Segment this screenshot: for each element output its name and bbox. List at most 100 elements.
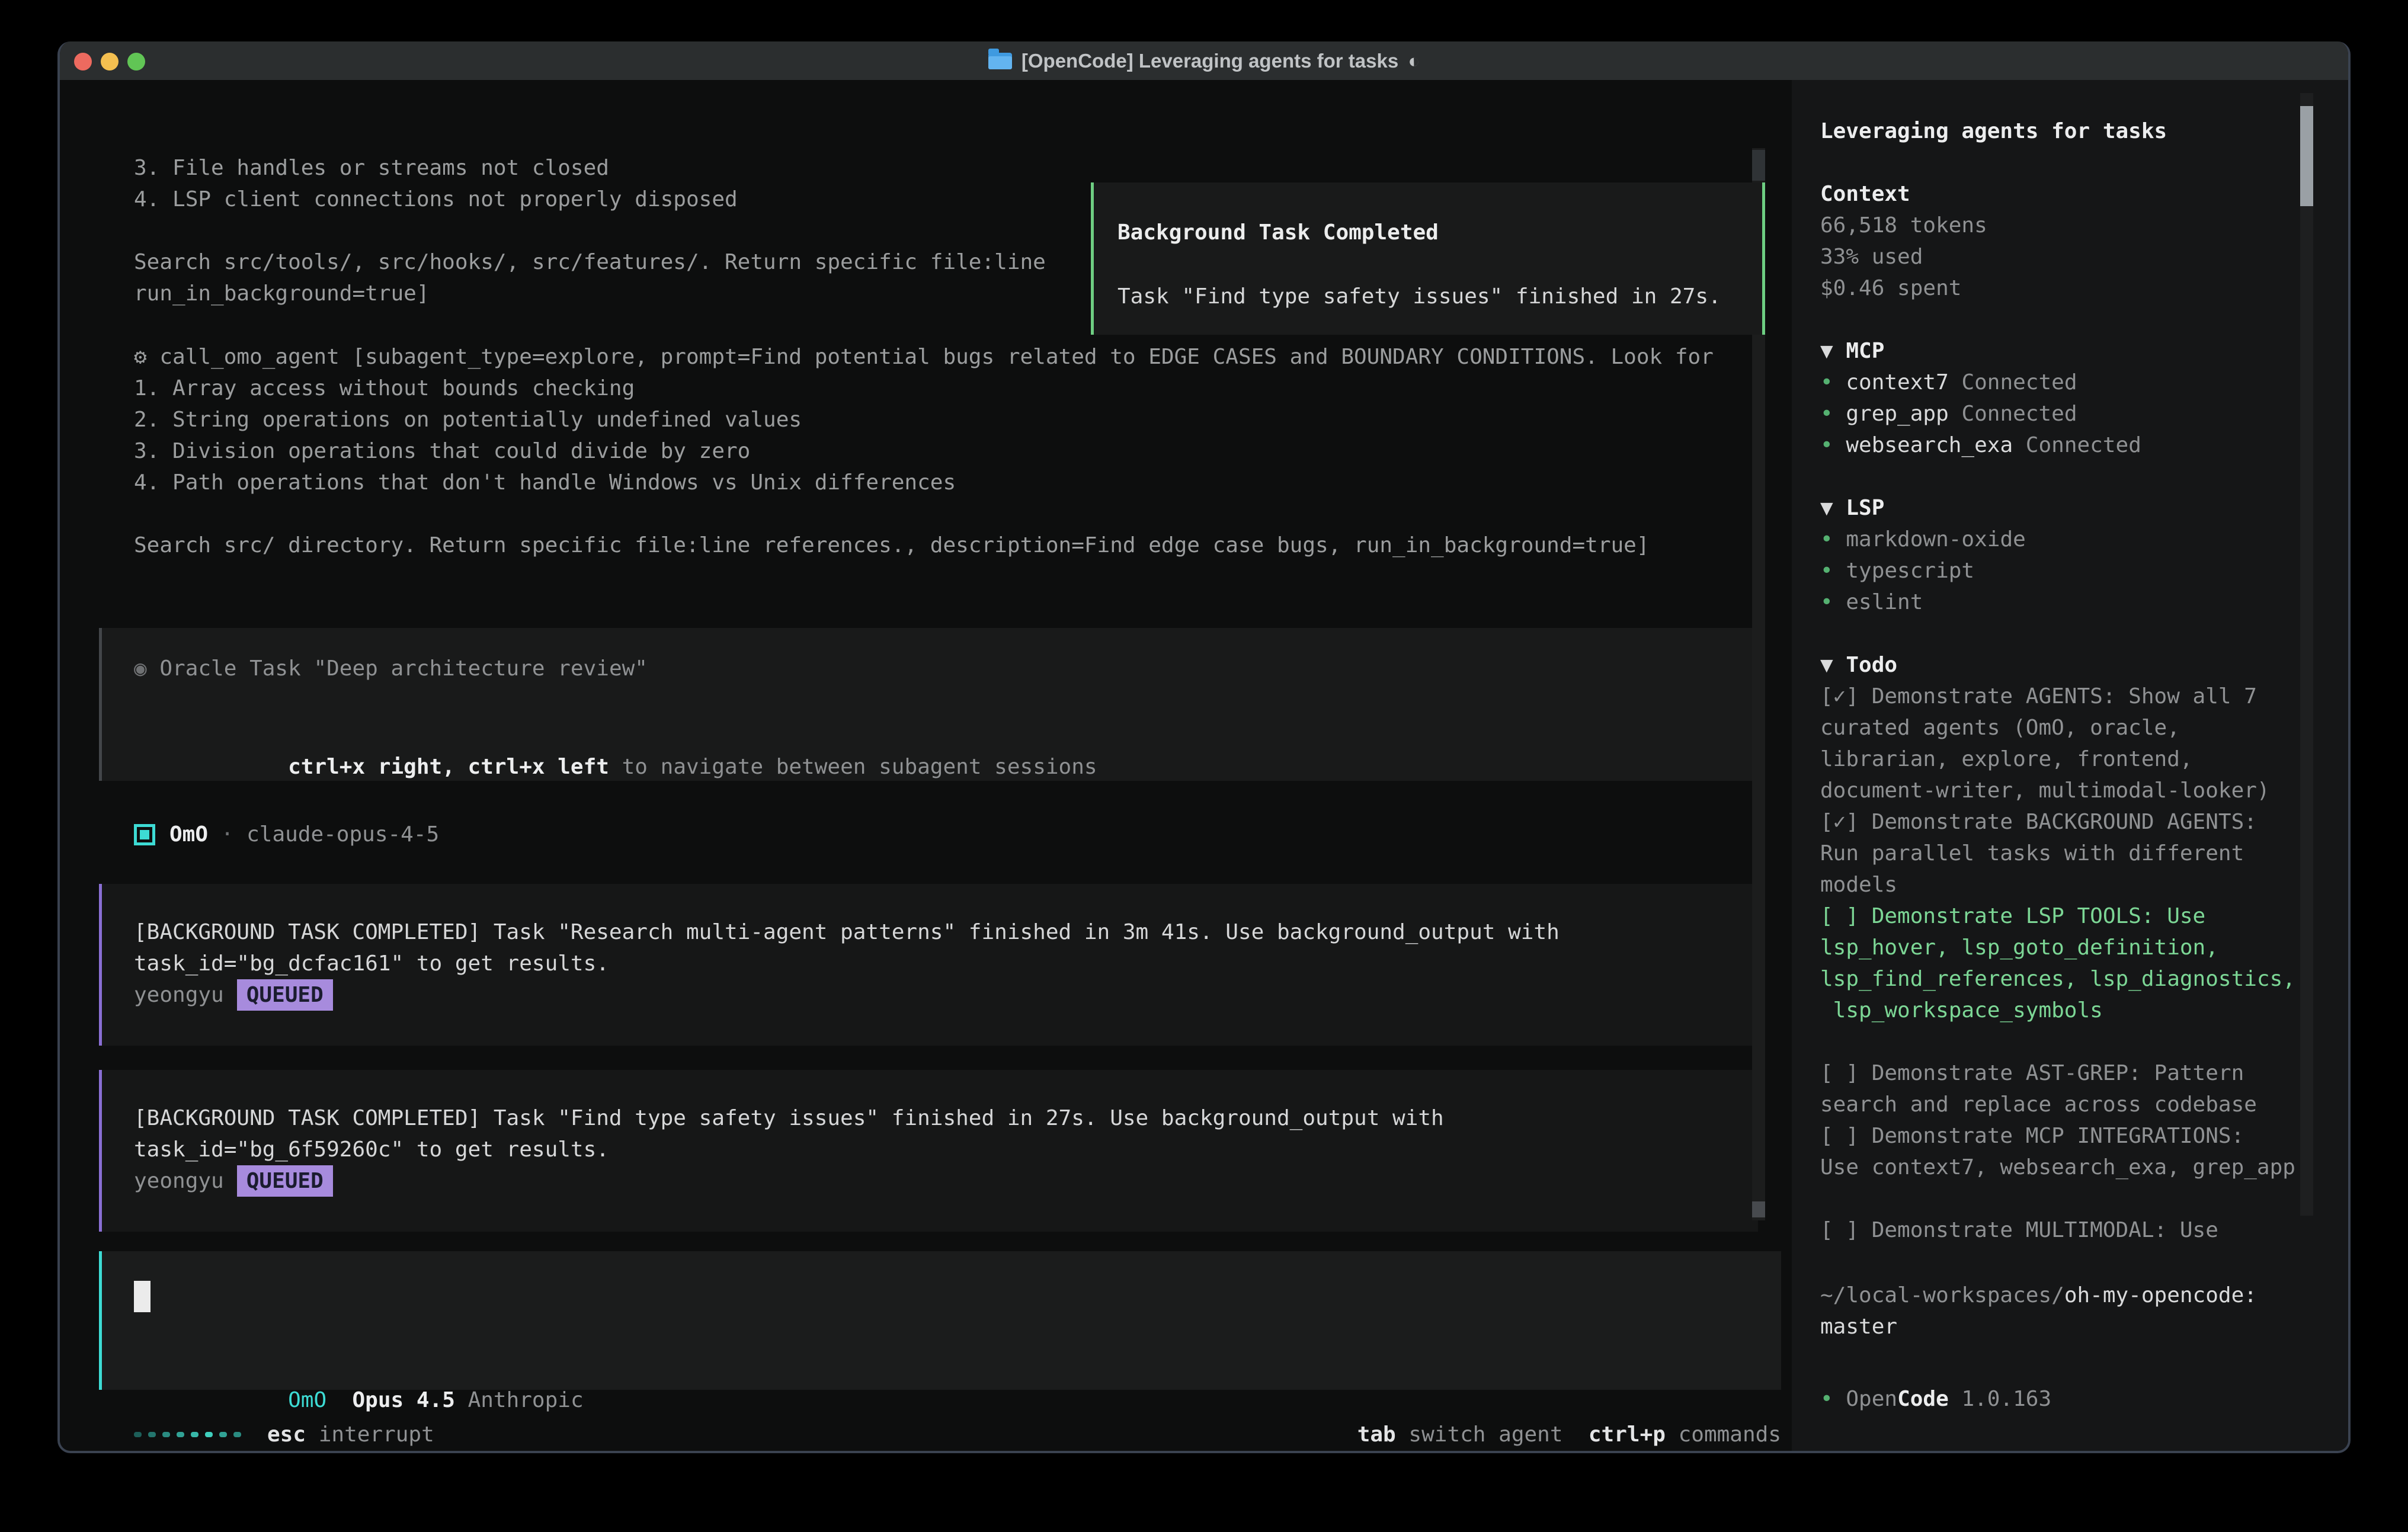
opencode-terminal-window: [OpenCode] Leveraging agents for tasks ◐… [57,41,2351,1453]
toast-body: Task "Find type safety issues" finished … [1117,281,1762,312]
text-line: [ ] Demonstrate MCP INTEGRATIONS: [1820,1120,2295,1152]
status-bar: esc interrupt tab switch agent ctrl+p co… [134,1419,1781,1450]
text-line: search and replace across codebase [1820,1089,2295,1120]
message-tool-output-lsp: 3. File handles or streams not closed4. … [134,152,1046,309]
desktop: [OpenCode] Leveraging agents for tasks ◐… [0,0,2408,1532]
opencode-version-row: • OpenCode 1.0.163 [1820,1383,2051,1415]
text-line: ▼ MCP [1820,335,2295,367]
window-titlebar[interactable]: [OpenCode] Leveraging agents for tasks ◐ [60,41,2348,81]
text-line [1820,147,2295,178]
text-line: 3. File handles or streams not closed [134,152,1046,184]
text-line: • websearch_exa Connected [1820,430,2295,461]
text-line: run_in_background=true] [134,278,1046,309]
text-line: Search src/ directory. Return specific f… [134,530,1714,561]
ctrlp-key-hint: ctrl+p [1589,1422,1666,1447]
toast-title: Background Task Completed [1117,217,1762,248]
text-line: [✓] Demonstrate AGENTS: Show all 7 [1820,681,2295,712]
oracle-task-header: ◉ Oracle Task "Deep architecture review" [134,653,1758,684]
status-left: esc interrupt [134,1422,434,1447]
text-line: • markdown-oxide [1820,524,2295,555]
minimize-window-button[interactable] [101,53,119,70]
text-line: 1. Array access without bounds checking [134,373,1714,404]
text-line: • typescript [1820,555,2295,586]
text-line [134,498,1714,530]
session-sidebar: Leveraging agents for tasks Context66,51… [1792,80,2348,1453]
text-line: [ ] Demonstrate MULTIMODAL: Use [1820,1214,2295,1246]
text-line: [ ] Demonstrate LSP TOOLS: Use [1820,900,2295,932]
sidebar-scrollbar-track[interactable] [2300,93,2313,1216]
input-provider-label: Anthropic [468,1388,584,1412]
text-line: • grep_app Connected [1820,398,2295,430]
text-line: ~/local-workspaces/oh-my-opencode: [1820,1280,2257,1311]
folder-icon [988,53,1012,69]
oracle-hint-keys: ctrl+x right, ctrl+x left [288,755,609,779]
background-task-message-1: [BACKGROUND TASK COMPLETED] Task "Resear… [99,884,1758,1046]
text-line: models [1820,869,2295,900]
omo-agent-icon [134,824,155,845]
message-call-omo-agent: ⚙ call_omo_agent [subagent_type=explore,… [134,341,1714,561]
sidebar-scrollbar-thumb[interactable] [2300,106,2313,206]
agent-header-row: OmO · claude-opus-4-5 [134,819,439,850]
oracle-task-card: ◉ Oracle Task "Deep architecture review"… [99,628,1758,781]
text-line: ▼ Todo [1820,649,2295,681]
task-user: yeongyu [134,1169,224,1193]
task-line2: task_id="bg_6f59260c" to get results. [134,1134,1758,1165]
text-line: document-writer, multimodal-looker) [1820,775,2295,806]
text-line [1820,1183,2295,1214]
text-line: lsp_find_references, lsp_diagnostics, [1820,963,2295,995]
esc-key-hint: esc [267,1422,306,1447]
opencode-version: • OpenCode 1.0.163 [1820,1383,2051,1415]
zoom-window-button[interactable] [127,53,145,70]
workspace-path: ~/local-workspaces/oh-my-opencode:master [1820,1280,2257,1342]
text-line: • eslint [1820,586,2295,618]
agent-model: claude-opus-4-5 [246,822,439,847]
toast-background-task-completed: Background Task Completed Task "Find typ… [1091,182,1765,335]
background-task-message-2: [BACKGROUND TASK COMPLETED] Task "Find t… [99,1070,1758,1232]
text-line: master [1820,1311,2257,1342]
text-line: [✓] Demonstrate BACKGROUND AGENTS: [1820,806,2295,838]
text-line: Context [1820,178,2295,210]
close-window-button[interactable] [74,53,92,70]
agent-name: OmO [169,822,208,847]
text-line: Search src/tools/, src/hooks/, src/featu… [134,246,1046,278]
task-line1: [BACKGROUND TASK COMPLETED] Task "Find t… [134,1102,1758,1134]
prompt-input[interactable]: OmO Opus 4.5 Anthropic [99,1251,1781,1390]
chat-scrollbar-thumb-top[interactable] [1752,150,1765,181]
text-line: 66,518 tokens [1820,210,2295,241]
text-line: Use context7, websearch_exa, grep_app [1820,1152,2295,1183]
task-line1: [BACKGROUND TASK COMPLETED] Task "Resear… [134,916,1758,948]
input-model-label[interactable]: Opus 4.5 [352,1388,454,1412]
text-line: ▼ LSP [1820,492,2295,524]
tab-key-hint: tab [1357,1422,1396,1447]
tab-key-label: switch agent [1408,1422,1562,1447]
queued-status-badge: QUEUED [237,979,333,1011]
oracle-task-hint: ctrl+x right, ctrl+x left to navigate be… [134,720,1758,814]
text-line: lsp_hover, lsp_goto_definition, [1820,932,2295,963]
text-line: curated agents (OmO, oracle, [1820,712,2295,743]
ctrlp-key-label: commands [1679,1422,1781,1447]
text-line: Run parallel tasks with different [1820,838,2295,869]
text-cursor [134,1281,150,1312]
text-line: [ ] Demonstrate AST-GREP: Pattern [1820,1057,2295,1089]
text-line: • context7 Connected [1820,367,2295,398]
text-line [134,215,1046,246]
text-line [1820,304,2295,335]
chat-area: 3. File handles or streams not closed4. … [60,80,1792,1453]
window-content: 3. File handles or streams not closed4. … [60,80,2348,1453]
oracle-hint-text: to navigate between subagent sessions [609,755,1097,779]
text-line: ⚙ call_omo_agent [subagent_type=explore,… [134,341,1714,373]
text-line: 4. LSP client connections not properly d… [134,184,1046,215]
text-line: 33% used [1820,241,2295,273]
text-line: lsp_workspace_symbols [1820,995,2295,1026]
window-title-group: [OpenCode] Leveraging agents for tasks ◐ [988,50,1420,72]
chat-scrollbar-thumb-bottom[interactable] [1752,1201,1765,1217]
input-agent-label: OmO [288,1388,326,1412]
status-right: tab switch agent ctrl+p commands [1357,1422,1781,1447]
text-line [1820,1026,2295,1057]
text-line: $0.46 spent [1820,273,2295,304]
task-line2: task_id="bg_dcfac161" to get results. [134,948,1758,979]
window-title: [OpenCode] Leveraging agents for tasks [1022,50,1398,72]
text-line [1820,461,2295,492]
queued-status-badge: QUEUED [237,1165,333,1197]
text-line: Leveraging agents for tasks [1820,116,2295,147]
